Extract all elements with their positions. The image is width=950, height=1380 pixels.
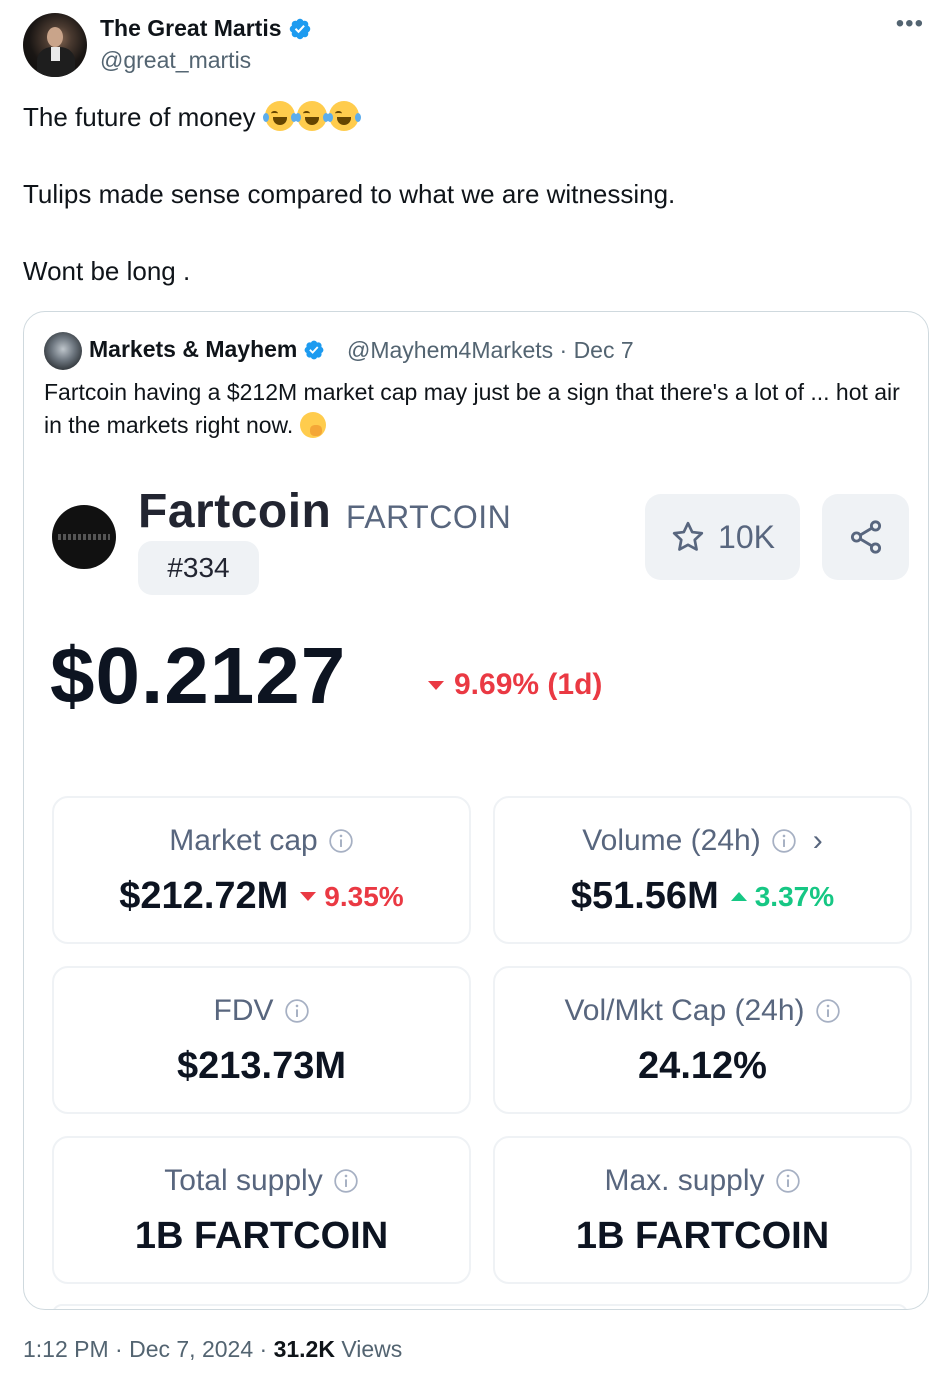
tweet-line-1-text: The future of money	[23, 102, 263, 132]
face-with-hand-over-mouth-emoji	[299, 412, 326, 438]
quoted-tweet-card[interactable]: Markets & Mayhem @Mayhem4Markets · Dec 7…	[23, 311, 929, 1310]
coin-symbol: FARTCOIN	[346, 499, 512, 535]
views-count: 31.2K	[273, 1336, 335, 1362]
info-icon	[334, 1169, 358, 1193]
stat-label: Vol/Mkt Cap (24h)	[564, 994, 805, 1027]
triangle-up-icon	[730, 892, 747, 901]
stat-value: 1B FARTCOIN	[575, 1215, 830, 1257]
price-change-value: 9.69% (1d)	[454, 668, 603, 701]
author-display-name[interactable]: The Great Martis	[100, 15, 312, 42]
quoted-author-avatar[interactable]	[44, 332, 82, 370]
tears-of-joy-emoji	[326, 101, 361, 131]
triangle-down-icon	[428, 680, 444, 690]
stat-label: Total supply	[164, 1164, 323, 1197]
stat-card-volume: Volume (24h) › $51.56M 3.37%	[493, 796, 912, 944]
watchlist-count: 10K	[718, 518, 775, 555]
quoted-author-name-text: Markets & Mayhem	[89, 336, 298, 362]
info-icon	[772, 829, 796, 853]
tweet-line-1: The future of money	[23, 100, 361, 134]
stat-card-total-supply: Total supply 1B FARTCOIN	[52, 1136, 471, 1284]
triangle-down-icon	[300, 892, 317, 901]
stat-change: 9.35%	[324, 880, 404, 912]
watchlist-button: 10K	[645, 494, 800, 580]
quoted-tweet-text-content: Fartcoin having a $212M market cap may j…	[44, 379, 900, 438]
verified-badge-icon	[289, 18, 310, 39]
tweet-line-2: Tulips made sense compared to what we ar…	[23, 179, 676, 209]
tears-of-joy-emoji	[262, 101, 297, 131]
info-icon	[328, 829, 353, 853]
stat-value: 24.12%	[638, 1045, 767, 1087]
stat-label: FDV	[213, 994, 274, 1027]
quoted-tweet-text: Fartcoin having a $212M market cap may j…	[44, 376, 904, 442]
coin-name: Fartcoin	[138, 485, 332, 538]
more-icon[interactable]: •••	[896, 10, 924, 38]
stat-label: Volume (24h)	[582, 824, 761, 857]
views-label: Views	[334, 1336, 403, 1362]
stat-card-max-supply: Max. supply 1B FARTCOIN	[493, 1136, 912, 1284]
author-name-text: The Great Martis	[100, 15, 282, 41]
info-icon	[775, 1169, 800, 1193]
tweet-line-3: Wont be long .	[23, 256, 191, 286]
author-avatar[interactable]	[23, 13, 87, 77]
quoted-author-display-name[interactable]: Markets & Mayhem	[89, 336, 325, 363]
stat-card-vol-mkt-cap: Vol/Mkt Cap (24h) 24.12%	[493, 966, 912, 1114]
stat-value: 1B FARTCOIN	[134, 1215, 389, 1257]
coin-rank-badge: #334	[138, 541, 259, 595]
stat-label: Max. supply	[604, 1164, 765, 1197]
stat-value: $51.56M	[570, 875, 719, 917]
tears-of-joy-emoji	[294, 101, 329, 131]
price-change: 9.69% (1d)	[428, 668, 602, 702]
coin-logo	[52, 505, 116, 569]
coin-price: $0.2127	[50, 631, 347, 720]
author-handle[interactable]: @great_martis	[100, 47, 251, 74]
verified-badge-icon	[304, 340, 324, 359]
stat-card-fdv: FDV $213.73M	[52, 966, 471, 1114]
stat-label: Market cap	[169, 824, 318, 857]
share-button	[822, 494, 909, 580]
stat-card-market-cap: Market cap $212.72M 9.35%	[52, 796, 471, 944]
info-icon	[284, 999, 309, 1023]
share-icon	[850, 520, 881, 554]
quoted-handle-date[interactable]: @Mayhem4Markets · Dec 7	[347, 337, 634, 364]
stat-value: $212.72M	[119, 875, 289, 917]
stat-card-partial	[52, 1304, 908, 1309]
stat-change: 3.37%	[754, 880, 835, 912]
tweet-footer: 1:12 PM · Dec 7, 2024 · 31.2K Views	[23, 1336, 402, 1363]
star-icon	[672, 521, 704, 551]
info-icon	[815, 999, 840, 1023]
stat-value: $213.73M	[176, 1045, 346, 1087]
tweet-timestamp[interactable]: 1:12 PM · Dec 7, 2024 ·	[23, 1336, 274, 1362]
chevron-right-icon: ›	[812, 824, 823, 857]
